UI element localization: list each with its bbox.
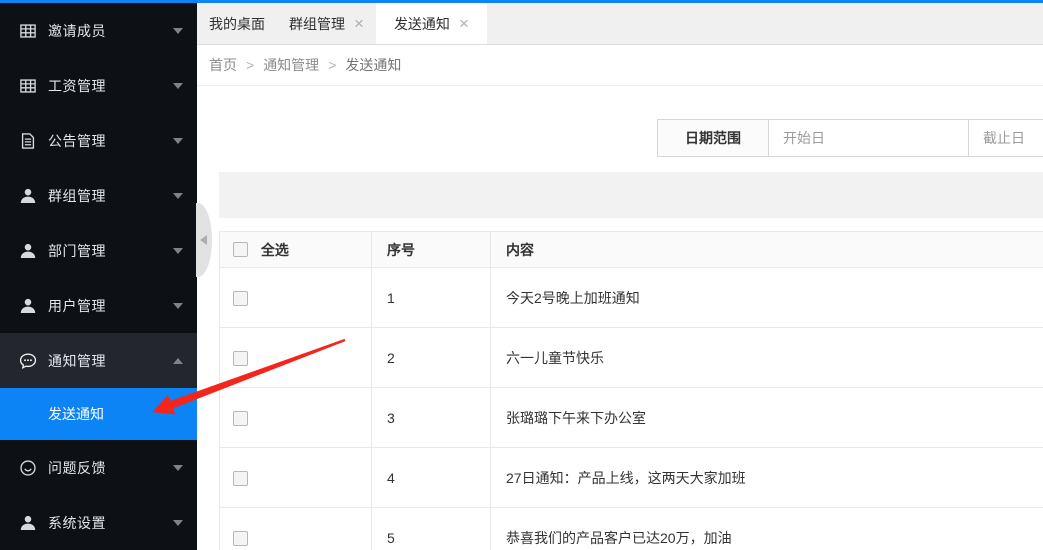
- row-index: 1: [372, 268, 491, 328]
- caret-down-icon: [173, 520, 183, 526]
- row-content: 张璐璐下午来下办公室: [491, 388, 1043, 448]
- row-index: 5: [372, 508, 491, 550]
- caret-down-icon: [173, 465, 183, 471]
- person-icon: [18, 241, 38, 261]
- row-content: 恭喜我们的产品客户已达20万，加油: [491, 508, 1043, 550]
- caret-up-icon: [173, 358, 183, 364]
- row-content: 27日通知：产品上线，这两天大家加班: [491, 448, 1043, 508]
- sidebar-item-label: 用户管理: [48, 296, 106, 316]
- person-icon: [18, 296, 38, 316]
- table-header-row: 全选 序号 内容: [220, 232, 1043, 268]
- sidebar-item-feedback[interactable]: 问题反馈: [0, 440, 197, 495]
- close-icon[interactable]: ×: [354, 15, 364, 32]
- person-icon: [18, 513, 38, 533]
- table-icon: [18, 21, 38, 41]
- sidebar-item-label: 系统设置: [48, 513, 106, 533]
- toolbar-band: [219, 172, 1043, 218]
- sidebar-item-salary-management[interactable]: 工资管理: [0, 58, 197, 113]
- date-range-filter: 日期范围: [657, 119, 970, 157]
- sidebar-item-label: 公告管理: [48, 131, 106, 151]
- date-range-label: 日期范围: [658, 120, 769, 156]
- tab-label: 我的桌面: [209, 14, 265, 34]
- column-header-index: 序号: [372, 232, 491, 268]
- app-root: 邀请成员 工资管理 公告管理 群组管理: [0, 0, 1043, 550]
- notification-table-wrap: 全选 序号 内容 1 今天2号晚上加班通知 2 六一儿童节快乐: [219, 231, 1043, 550]
- smiley-icon: [18, 458, 38, 478]
- main-area: 我的桌面 群组管理 × 发送通知 × 首页 > 通知管理 > 发送通知: [197, 3, 1043, 86]
- sidebar-item-invite-members[interactable]: 邀请成员: [0, 3, 197, 58]
- caret-down-icon: [173, 28, 183, 34]
- sidebar: 邀请成员 工资管理 公告管理 群组管理: [0, 3, 197, 550]
- tab-send-notification[interactable]: 发送通知 ×: [376, 3, 487, 44]
- close-icon[interactable]: ×: [459, 15, 469, 32]
- sidebar-item-announcement-management[interactable]: 公告管理: [0, 113, 197, 168]
- row-checkbox[interactable]: [233, 291, 248, 306]
- select-all-checkbox[interactable]: [233, 242, 248, 257]
- row-index: 2: [372, 328, 491, 388]
- caret-down-icon: [173, 83, 183, 89]
- caret-down-icon: [173, 138, 183, 144]
- select-all-label: 全选: [261, 242, 289, 258]
- sidebar-item-label: 问题反馈: [48, 458, 106, 478]
- breadcrumb-separator: >: [246, 57, 254, 73]
- table-row: 3 张璐璐下午来下办公室: [220, 388, 1043, 448]
- column-header-content: 内容: [491, 232, 1043, 268]
- sidebar-item-department-management[interactable]: 部门管理: [0, 223, 197, 278]
- sidebar-item-notification-management[interactable]: 通知管理: [0, 333, 197, 388]
- sidebar-subitem-label: 发送通知: [48, 406, 104, 422]
- tab-group-management[interactable]: 群组管理 ×: [277, 3, 376, 44]
- column-header-select-all: 全选: [220, 232, 372, 268]
- row-checkbox[interactable]: [233, 411, 248, 426]
- table-row: 5 恭喜我们的产品客户已达20万，加油: [220, 508, 1043, 550]
- table-row: 1 今天2号晚上加班通知: [220, 268, 1043, 328]
- sidebar-subitem-send-notification[interactable]: 发送通知: [0, 388, 197, 440]
- end-date-input[interactable]: [969, 120, 1043, 156]
- row-content: 今天2号晚上加班通知: [491, 268, 1043, 328]
- row-content: 六一儿童节快乐: [491, 328, 1043, 388]
- tab-bar: 我的桌面 群组管理 × 发送通知 ×: [197, 3, 1043, 45]
- sidebar-item-label: 邀请成员: [48, 21, 106, 41]
- tab-label: 发送通知: [394, 14, 450, 34]
- row-checkbox[interactable]: [233, 351, 248, 366]
- accent-topline: [0, 0, 1043, 3]
- row-index: 4: [372, 448, 491, 508]
- tab-label: 群组管理: [289, 14, 345, 34]
- row-checkbox[interactable]: [233, 471, 248, 486]
- caret-down-icon: [173, 303, 183, 309]
- sidebar-item-group-management[interactable]: 群组管理: [0, 168, 197, 223]
- sidebar-item-label: 部门管理: [48, 241, 106, 261]
- document-icon: [18, 131, 38, 151]
- chevron-left-icon: [200, 235, 207, 245]
- breadcrumb-notification-management[interactable]: 通知管理: [263, 55, 319, 75]
- breadcrumb-current: 发送通知: [345, 55, 401, 75]
- table-row: 4 27日通知：产品上线，这两天大家加班: [220, 448, 1043, 508]
- table-icon: [18, 76, 38, 96]
- row-checkbox[interactable]: [233, 531, 248, 546]
- breadcrumb-home[interactable]: 首页: [209, 55, 237, 75]
- chat-bubble-icon: [18, 351, 38, 371]
- person-icon: [18, 186, 38, 206]
- sidebar-item-label: 工资管理: [48, 76, 106, 96]
- breadcrumb: 首页 > 通知管理 > 发送通知: [197, 45, 1043, 86]
- row-index: 3: [372, 388, 491, 448]
- breadcrumb-separator: >: [328, 57, 336, 73]
- start-date-input[interactable]: [769, 120, 969, 156]
- sidebar-item-label: 群组管理: [48, 186, 106, 206]
- sidebar-item-user-management[interactable]: 用户管理: [0, 278, 197, 333]
- sidebar-item-system-settings[interactable]: 系统设置: [0, 495, 197, 550]
- caret-down-icon: [173, 193, 183, 199]
- sidebar-item-label: 通知管理: [48, 351, 106, 371]
- caret-down-icon: [173, 248, 183, 254]
- end-date-filter: [968, 119, 1043, 157]
- notification-table: 全选 序号 内容 1 今天2号晚上加班通知 2 六一儿童节快乐: [219, 231, 1043, 550]
- table-row: 2 六一儿童节快乐: [220, 328, 1043, 388]
- sidebar-collapse-handle[interactable]: [196, 203, 212, 277]
- tab-my-desktop[interactable]: 我的桌面: [197, 3, 277, 44]
